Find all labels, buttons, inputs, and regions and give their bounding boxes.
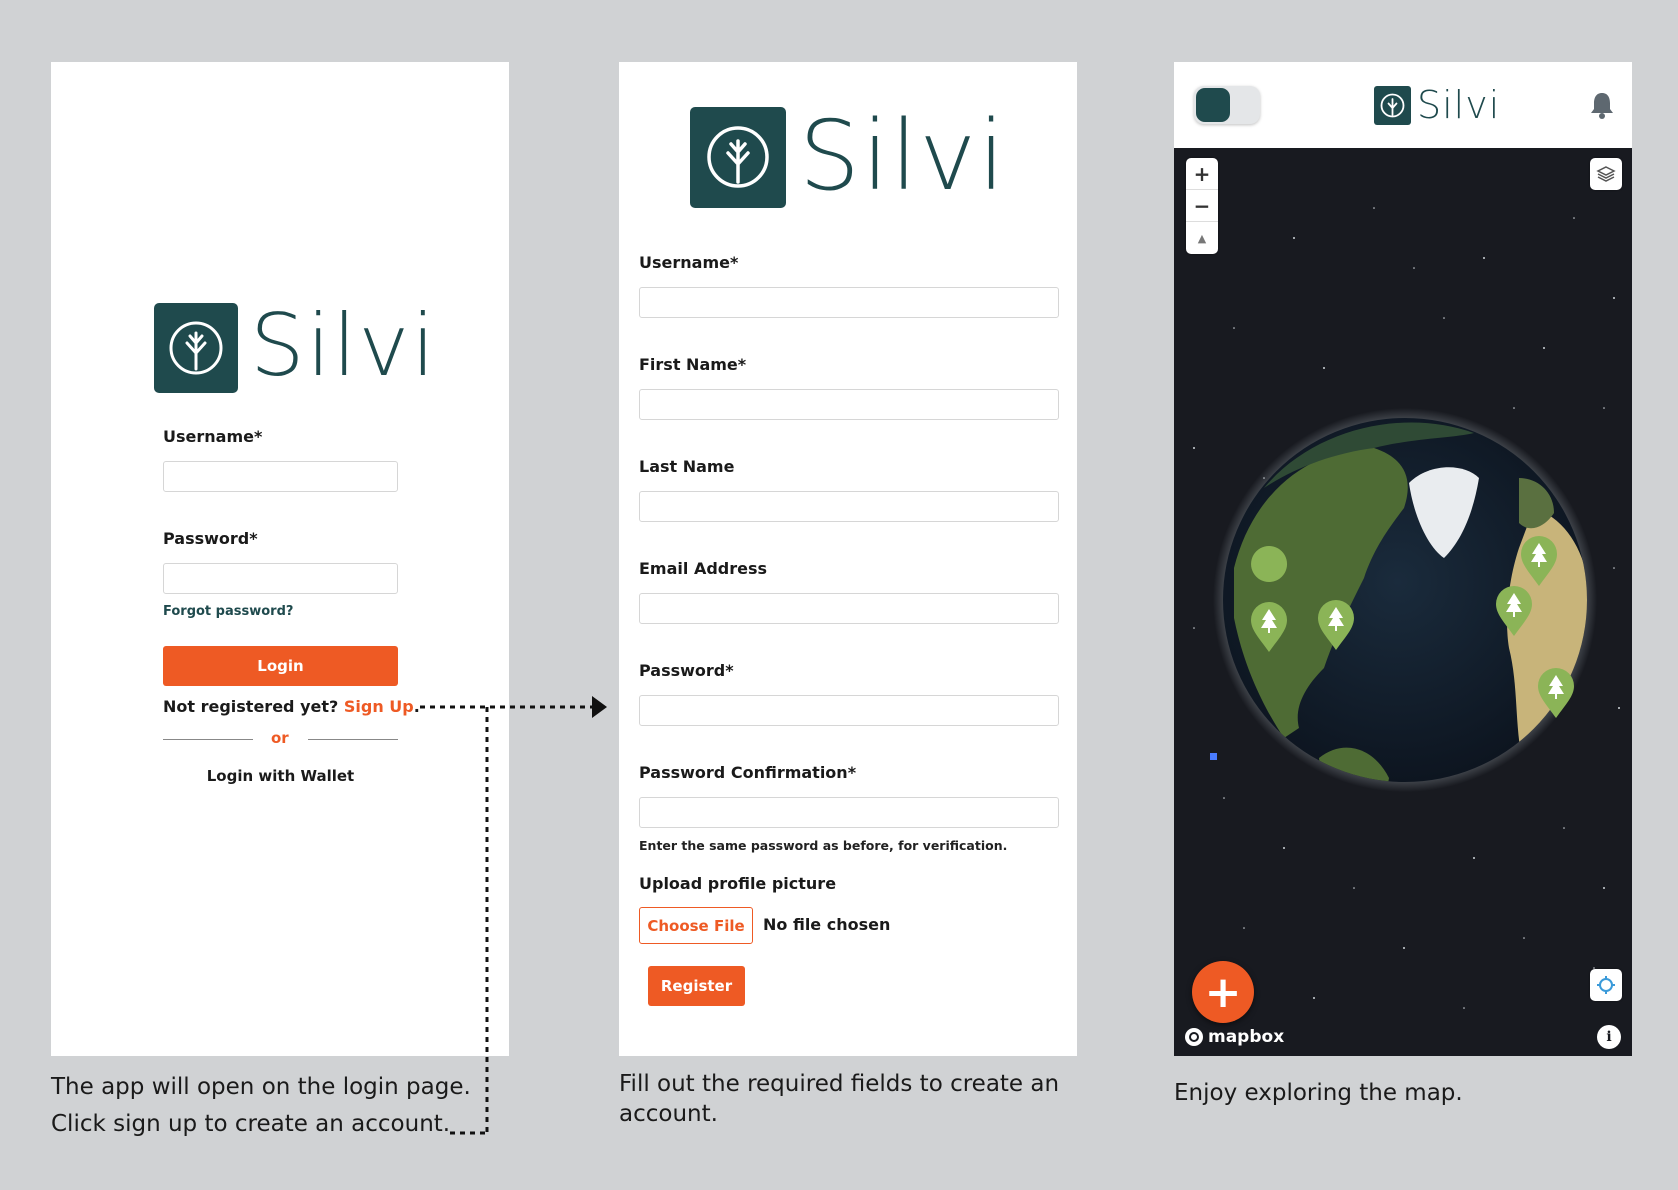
info-button[interactable]: i xyxy=(1597,1025,1621,1049)
signup-period: . xyxy=(413,697,420,716)
divider-or: or xyxy=(271,729,289,747)
register-caption: Fill out the required fields to create a… xyxy=(619,1071,1060,1127)
email-label: Email Address xyxy=(639,559,768,578)
wallet-login-link[interactable]: Login with Wallet xyxy=(163,767,398,785)
mapbox-attribution[interactable]: mapbox xyxy=(1184,1025,1284,1049)
mapbox-text: mapbox xyxy=(1208,1027,1285,1047)
password-help-text: Enter the same password as before, for v… xyxy=(639,838,1008,853)
username-input[interactable] xyxy=(639,287,1059,318)
info-icon: i xyxy=(1606,1029,1612,1045)
tree-circle-icon xyxy=(707,126,769,188)
mapbox-logo-icon xyxy=(1185,1028,1203,1046)
logo-wordmark: Silvi xyxy=(250,296,438,396)
divider-right xyxy=(308,739,398,740)
layers-button[interactable] xyxy=(1590,158,1622,190)
logo-wordmark: Silvi xyxy=(1417,83,1501,127)
password-confirm-label: Password Confirmation* xyxy=(639,763,857,782)
divider-left xyxy=(163,739,253,740)
last-name-label: Last Name xyxy=(639,457,735,476)
login-screen xyxy=(51,62,509,1056)
tree-marker-icon[interactable] xyxy=(1494,584,1534,638)
last-name-input[interactable] xyxy=(639,491,1059,522)
add-tree-button[interactable]: + xyxy=(1192,961,1254,1023)
login-caption: The app will open on the login page. Cli… xyxy=(51,1069,491,1143)
logo-wordmark: Silvi xyxy=(799,100,1007,212)
username-label: Username* xyxy=(639,253,739,272)
password-input[interactable] xyxy=(639,695,1059,726)
tree-marker-icon[interactable] xyxy=(1316,598,1356,652)
tree-marker-icon[interactable] xyxy=(1536,666,1576,720)
logo-mark xyxy=(1374,86,1411,125)
username-label: Username* xyxy=(163,427,263,446)
logo-mark xyxy=(154,303,238,393)
password-input[interactable] xyxy=(163,563,398,594)
notification-button[interactable] xyxy=(1588,90,1616,120)
zoom-out-button[interactable]: − xyxy=(1186,190,1218,222)
tree-circle-icon xyxy=(169,321,223,375)
password-label: Password* xyxy=(163,529,258,548)
username-input[interactable] xyxy=(163,461,398,492)
forgot-password-link[interactable]: Forgot password? xyxy=(163,604,293,619)
tree-marker-icon xyxy=(1251,546,1288,582)
bell-icon xyxy=(1591,93,1613,119)
zoom-controls: + − ▲ xyxy=(1186,158,1218,254)
tree-marker-icon[interactable] xyxy=(1519,534,1559,588)
locate-button[interactable] xyxy=(1590,969,1622,1001)
signup-prompt: Not registered yet? Sign Up. xyxy=(163,697,420,716)
map-caption: Enjoy exploring the map. xyxy=(1174,1080,1463,1106)
zoom-in-button[interactable]: + xyxy=(1186,158,1218,190)
space-background xyxy=(1193,187,1620,1009)
no-file-text: No file chosen xyxy=(763,915,891,934)
choose-file-button[interactable]: Choose File xyxy=(639,907,753,944)
register-button[interactable]: Register xyxy=(648,966,745,1006)
compass-button[interactable]: ▲ xyxy=(1186,222,1218,254)
sign-up-link[interactable]: Sign Up xyxy=(344,697,414,716)
first-name-input[interactable] xyxy=(639,389,1059,420)
upload-label: Upload profile picture xyxy=(639,874,837,893)
theme-toggle[interactable] xyxy=(1194,86,1260,124)
locate-icon xyxy=(1597,976,1615,994)
password-confirm-input[interactable] xyxy=(639,797,1059,828)
layers-icon xyxy=(1596,166,1616,182)
tree-marker-icon[interactable] xyxy=(1249,600,1289,654)
login-caption-line2: Click sign up to create an account. xyxy=(51,1111,451,1137)
password-label: Password* xyxy=(639,661,734,680)
email-input[interactable] xyxy=(639,593,1059,624)
not-registered-text: Not registered yet? xyxy=(163,697,339,716)
first-name-label: First Name* xyxy=(639,355,747,374)
logo-mark xyxy=(690,107,786,208)
toggle-knob xyxy=(1196,88,1230,122)
map-canvas[interactable] xyxy=(1174,148,1632,1056)
login-caption-line1: The app will open on the login page. xyxy=(51,1074,471,1100)
login-button[interactable]: Login xyxy=(163,646,398,686)
tree-circle-icon xyxy=(1380,93,1405,118)
